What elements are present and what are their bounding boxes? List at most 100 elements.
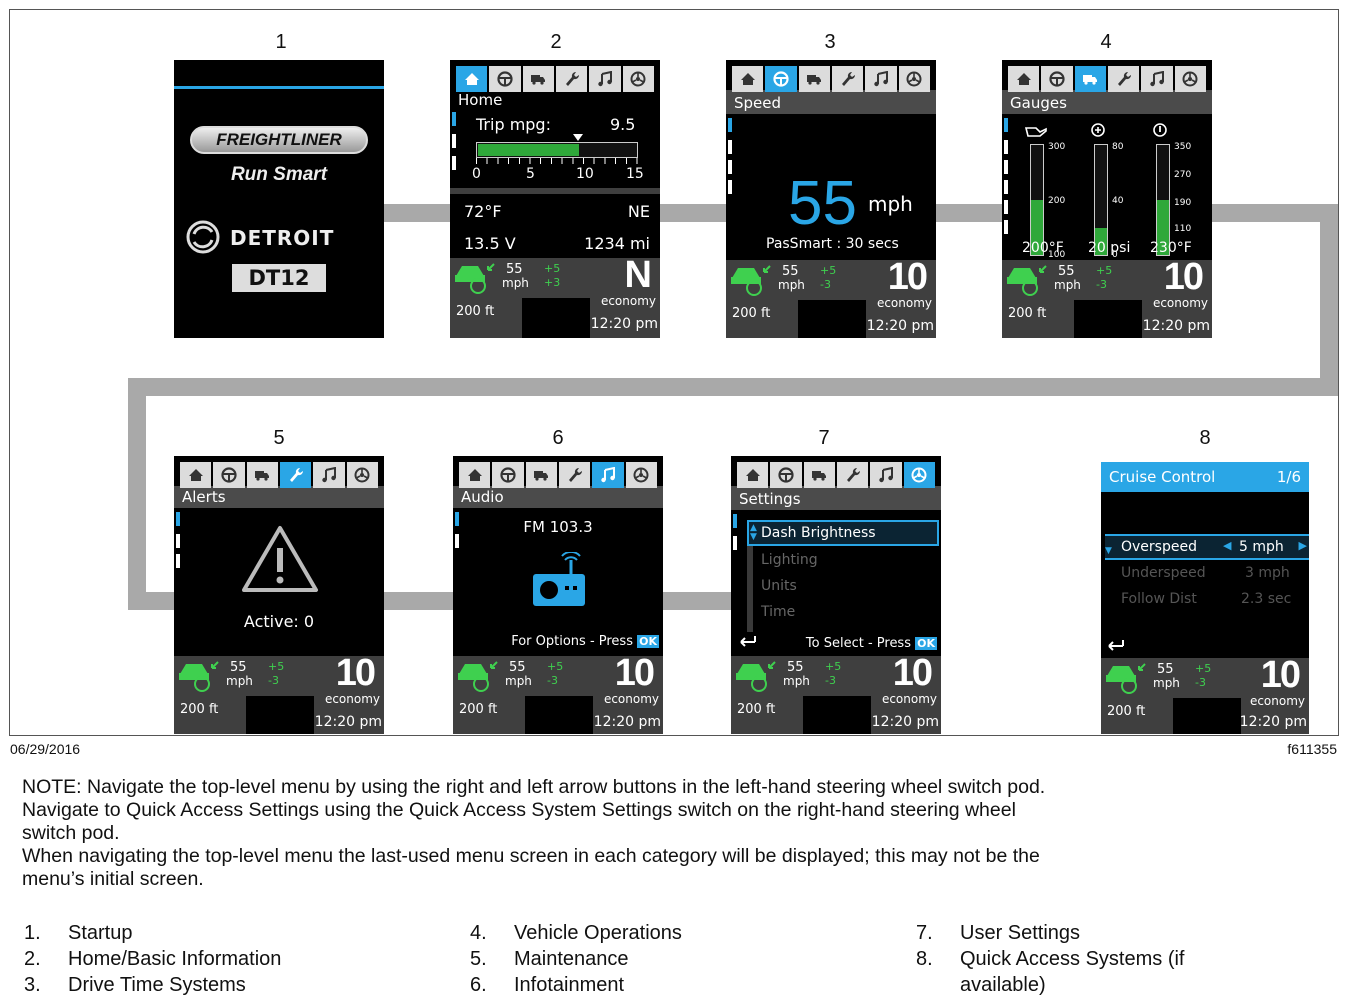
- tab-drive[interactable]: [492, 462, 524, 488]
- cruise-speed-unit: mph: [783, 674, 810, 688]
- tab-drive[interactable]: [1041, 66, 1073, 92]
- tab-home[interactable]: [732, 66, 764, 92]
- chevron-left-icon[interactable]: ◀: [1223, 539, 1231, 552]
- truck-icon: [531, 75, 546, 85]
- tab-maintenance[interactable]: [279, 462, 312, 488]
- tab-home[interactable]: [456, 66, 488, 92]
- tab-settings[interactable]: [1174, 66, 1206, 92]
- tab-vehicle[interactable]: [246, 462, 278, 488]
- oil-can-icon: [1024, 127, 1047, 137]
- tab-maintenance[interactable]: [836, 462, 869, 488]
- cruise-header-page: 1/6: [1276, 468, 1301, 486]
- detroit-emblem-icon: [186, 220, 220, 254]
- following-distance: 200 ft: [1107, 704, 1146, 719]
- gear-indicator: 10: [614, 652, 655, 694]
- tab-maintenance[interactable]: [1107, 66, 1140, 92]
- tab-audio[interactable]: [313, 462, 345, 488]
- gauges-screen: Gauges 300 200 100 80 40 0 350 270 190 1…: [1002, 60, 1212, 338]
- startup-accent-line: [174, 86, 384, 89]
- legend-number: 1.: [24, 922, 41, 944]
- gear-indicator: 10: [335, 652, 376, 694]
- cruise-row-value: 2.3 sec: [1241, 591, 1292, 607]
- ok-button[interactable]: OK: [915, 637, 937, 650]
- chevron-right-icon[interactable]: ▶: [1299, 539, 1307, 552]
- tab-vehicle[interactable]: [1074, 66, 1106, 92]
- cruise-minus: +3: [544, 276, 561, 289]
- oil-pressure-mid: 40: [1112, 196, 1124, 206]
- ok-button[interactable]: OK: [637, 635, 659, 648]
- tab-drive[interactable]: [213, 462, 245, 488]
- page-indicator-2: [728, 140, 732, 154]
- legend-number: [916, 972, 960, 998]
- tab-home[interactable]: [1008, 66, 1040, 92]
- tab-home[interactable]: [180, 462, 212, 488]
- tab-vehicle[interactable]: [522, 66, 554, 92]
- oil-temp-value: 200°F: [1022, 240, 1064, 256]
- cruise-minus: -3: [1195, 676, 1206, 689]
- tab-audio[interactable]: [589, 66, 621, 92]
- vehicle-speed: 55: [788, 169, 857, 238]
- note-line-5: menu’s initial screen.: [22, 868, 204, 890]
- steering-wheel-icon: [497, 71, 513, 87]
- tab-audio[interactable]: [592, 462, 624, 488]
- tab-vehicle[interactable]: [525, 462, 557, 488]
- tab-vehicle[interactable]: [803, 462, 835, 488]
- page-indicator-1: [728, 118, 732, 132]
- active-alerts-count: Active: 0: [243, 612, 315, 631]
- cruise-plus: +5: [825, 660, 842, 673]
- page-indicator-1: [1004, 118, 1008, 132]
- tab-home[interactable]: [459, 462, 491, 488]
- tab-drive[interactable]: [770, 462, 802, 488]
- back-arrow-icon[interactable]: [739, 634, 757, 648]
- settings-item-dash-brightness[interactable]: ▲ ▼ Dash Brightness: [747, 520, 939, 546]
- cruise-row-underspeed[interactable]: Underspeed 3 mph: [1105, 562, 1309, 586]
- tab-settings[interactable]: [625, 462, 657, 488]
- flow-path-middle: [128, 378, 1338, 396]
- detroit-logo-text: DETROIT: [230, 226, 335, 250]
- following-distance: 200 ft: [180, 702, 219, 717]
- tab-vehicle[interactable]: [798, 66, 830, 92]
- tab-home[interactable]: [737, 462, 769, 488]
- settings-item-lighting[interactable]: Lighting: [761, 552, 818, 568]
- legend-item: 6. Infotainment: [470, 972, 682, 998]
- cruise-row-overspeed[interactable]: ▼ Overspeed ◀ 5 mph ▶: [1105, 534, 1309, 560]
- screen-number-7: 7: [818, 427, 830, 449]
- page-indicator-1: [733, 514, 737, 528]
- gear-indicator: 10: [1260, 654, 1301, 696]
- tab-settings[interactable]: [898, 66, 930, 92]
- gear-indicator: 10: [892, 652, 933, 694]
- screen-title: Speed: [734, 94, 782, 112]
- cruise-row-follow-dist[interactable]: Follow Dist 2.3 sec: [1105, 588, 1309, 612]
- truck-icon: [807, 75, 822, 85]
- settings-item-time[interactable]: Time: [761, 604, 795, 620]
- page-indicator-2: [455, 534, 459, 548]
- settings-item-label: Dash Brightness: [761, 525, 876, 541]
- trip-mpg-fill: [478, 144, 579, 156]
- tab-drive[interactable]: [765, 66, 797, 92]
- tab-drive[interactable]: [489, 66, 521, 92]
- legend-label: Quick Access Systems (if: [960, 948, 1185, 970]
- radio-icon: [533, 552, 585, 606]
- tab-audio[interactable]: [870, 462, 902, 488]
- tab-settings[interactable]: [903, 462, 935, 488]
- radio-station: FM 103.3: [523, 518, 593, 536]
- home-icon: [745, 469, 760, 481]
- dt12-badge: DT12: [232, 264, 326, 292]
- tab-settings[interactable]: [622, 66, 654, 92]
- settings-item-units[interactable]: Units: [761, 578, 797, 594]
- pressure-icon: [1091, 123, 1105, 137]
- freightliner-logo: FREIGHTLINER: [190, 126, 368, 154]
- music-note-icon: [874, 71, 888, 87]
- back-arrow-icon[interactable]: [1107, 638, 1125, 652]
- truck-icon: [1083, 75, 1098, 85]
- tab-audio[interactable]: [865, 66, 897, 92]
- legend-label: Infotainment: [514, 974, 625, 996]
- tab-maintenance[interactable]: [555, 66, 588, 92]
- tab-maintenance[interactable]: [831, 66, 864, 92]
- status-blank-area: [1074, 300, 1142, 338]
- clock: 12:20 pm: [314, 714, 382, 730]
- status-panel: 55 mph +5 -3 10 economy 200 ft 12:20 pm: [731, 652, 941, 734]
- tab-audio[interactable]: [1141, 66, 1173, 92]
- tab-maintenance[interactable]: [558, 462, 591, 488]
- tab-settings[interactable]: [346, 462, 378, 488]
